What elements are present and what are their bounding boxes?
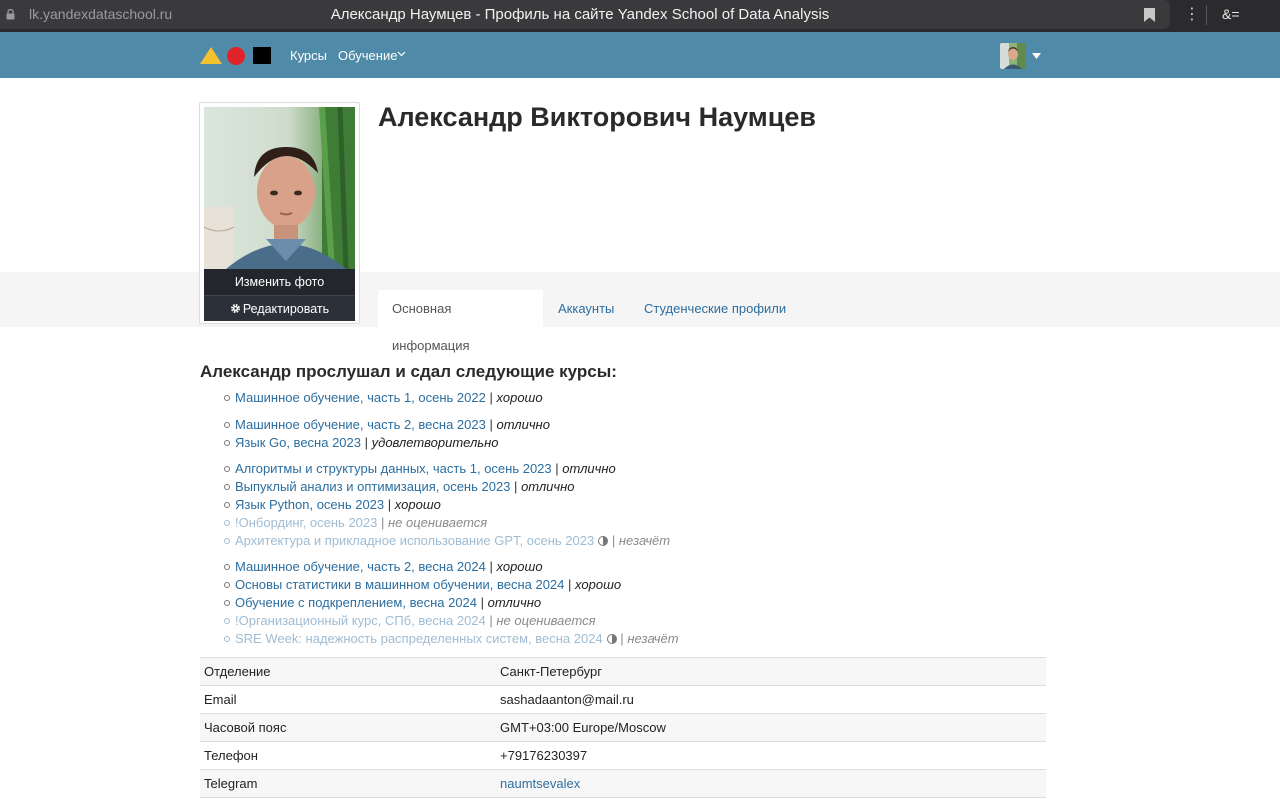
list-bullet bbox=[224, 440, 230, 446]
tab-accounts[interactable]: Аккаунты bbox=[544, 290, 628, 327]
edit-profile-button[interactable]: Редактировать bbox=[204, 295, 355, 321]
list-bullet bbox=[224, 466, 230, 472]
list-bullet bbox=[224, 636, 230, 642]
site-logo[interactable] bbox=[200, 47, 272, 65]
list-bullet bbox=[224, 618, 230, 624]
profile-photo-card: Изменить фото Редактировать bbox=[199, 102, 360, 324]
list-bullet bbox=[224, 582, 230, 588]
course-grade: хорошо bbox=[496, 390, 543, 405]
table-row: Отделение Санкт-Петербург bbox=[200, 658, 1046, 686]
toolbar-divider bbox=[1206, 5, 1207, 25]
table-row: Телефон +79176230397 bbox=[200, 742, 1046, 770]
course-link[interactable]: Машинное обучение, часть 2, весна 2024 bbox=[235, 559, 486, 574]
course-link[interactable]: Язык Go, весна 2023 bbox=[235, 435, 361, 450]
course-grade: хорошо bbox=[575, 577, 622, 592]
address-bar[interactable]: lk.yandexdataschool.ru Александр Наумцев… bbox=[0, 0, 1170, 29]
course-link[interactable]: Архитектура и прикладное использование G… bbox=[235, 533, 594, 548]
profile-info-table: Отделение Санкт-Петербург Email sashadaa… bbox=[200, 657, 1046, 798]
user-avatar[interactable] bbox=[1000, 43, 1026, 69]
info-value: sashadaanton@mail.ru bbox=[500, 692, 634, 707]
change-photo-button[interactable]: Изменить фото bbox=[204, 269, 355, 295]
course-link[interactable]: Язык Python, осень 2023 bbox=[235, 497, 384, 512]
tab-student-profiles[interactable]: Студенческие профили bbox=[630, 290, 800, 327]
profile-photo bbox=[204, 107, 355, 269]
info-key: Telegram bbox=[204, 776, 258, 791]
course-link[interactable]: Выпуклый анализ и оптимизация, осень 202… bbox=[235, 479, 510, 494]
info-value: +79176230397 bbox=[500, 748, 588, 763]
info-value: Санкт-Петербург bbox=[500, 664, 602, 679]
telegram-link[interactable]: naumtsevalex bbox=[500, 770, 580, 797]
course-grade: не оценивается bbox=[388, 515, 488, 530]
nav-study-menu[interactable]: Обучение bbox=[338, 48, 397, 63]
info-key: Email bbox=[204, 692, 237, 707]
chevron-down-icon[interactable] bbox=[397, 51, 406, 57]
more-options-icon[interactable]: ⋮ bbox=[1184, 7, 1200, 23]
half-circle-icon bbox=[598, 536, 609, 546]
table-row: Часовой пояс GMT+03:00 Europe/Moscow bbox=[200, 714, 1046, 742]
course-link[interactable]: !Организационный курс, СПб, весна 2024 bbox=[235, 613, 486, 628]
list-bullet bbox=[224, 564, 230, 570]
course-link[interactable]: Основы статистики в машинном обучении, в… bbox=[235, 577, 564, 592]
list-bullet bbox=[224, 502, 230, 508]
list-bullet bbox=[224, 484, 230, 490]
info-key: Отделение bbox=[204, 664, 271, 679]
course-link[interactable]: Машинное обучение, часть 1, осень 2022 bbox=[235, 390, 486, 405]
list-bullet bbox=[224, 600, 230, 606]
caret-down-icon[interactable] bbox=[1032, 53, 1041, 59]
profile-full-name: Александр Викторович Наумцев bbox=[378, 102, 816, 132]
course-grade: незачёт bbox=[618, 533, 671, 548]
bookmark-icon[interactable] bbox=[1144, 8, 1155, 22]
course-link[interactable]: SRE Week: надежность распределенных сист… bbox=[235, 631, 603, 646]
half-circle-icon bbox=[606, 634, 617, 644]
gear-icon bbox=[230, 303, 240, 314]
table-row: Telegram naumtsevalex bbox=[200, 770, 1046, 798]
course-link[interactable]: Машинное обучение, часть 2, весна 2023 bbox=[235, 417, 486, 432]
reader-mode-button[interactable]: &= bbox=[1222, 6, 1240, 22]
list-bullet bbox=[224, 395, 230, 401]
course-grade: отлично bbox=[487, 595, 542, 610]
info-value: GMT+03:00 Europe/Moscow bbox=[500, 720, 666, 735]
course-link[interactable]: Алгоритмы и структуры данных, часть 1, о… bbox=[235, 461, 552, 476]
course-grade: незачёт bbox=[627, 631, 679, 646]
info-key: Телефон bbox=[204, 748, 258, 763]
site-navbar: Курсы Обучение bbox=[0, 32, 1280, 78]
course-grade: отлично bbox=[562, 461, 616, 476]
course-grade: хорошо bbox=[394, 497, 441, 512]
course-grade: отлично bbox=[496, 417, 550, 432]
window-title: Александр Наумцев - Профиль на сайте Yan… bbox=[330, 6, 830, 23]
course-link[interactable]: Обучение с подкреплением, весна 2024 bbox=[235, 595, 477, 610]
course-grade: не оценивается bbox=[496, 613, 596, 628]
course-link[interactable]: !Онбординг, осень 2023 bbox=[235, 515, 377, 530]
tab-main-info[interactable]: Основная информация bbox=[378, 290, 543, 353]
browser-toolbar: lk.yandexdataschool.ru Александр Наумцев… bbox=[0, 0, 1280, 32]
nav-courses-link[interactable]: Курсы bbox=[290, 48, 327, 63]
list-bullet bbox=[224, 538, 230, 544]
course-grade: хорошо bbox=[496, 559, 543, 574]
course-grade: отлично bbox=[521, 479, 575, 494]
table-row: Email sashadaanton@mail.ru bbox=[200, 686, 1046, 714]
info-key: Часовой пояс bbox=[204, 720, 287, 735]
edit-profile-label: Редактировать bbox=[242, 302, 330, 316]
list-bullet bbox=[224, 422, 230, 428]
course-grade: удовлетворительно bbox=[371, 435, 499, 450]
list-bullet bbox=[224, 520, 230, 526]
courses-heading: Александр прослушал и сдал следующие кур… bbox=[200, 362, 617, 381]
